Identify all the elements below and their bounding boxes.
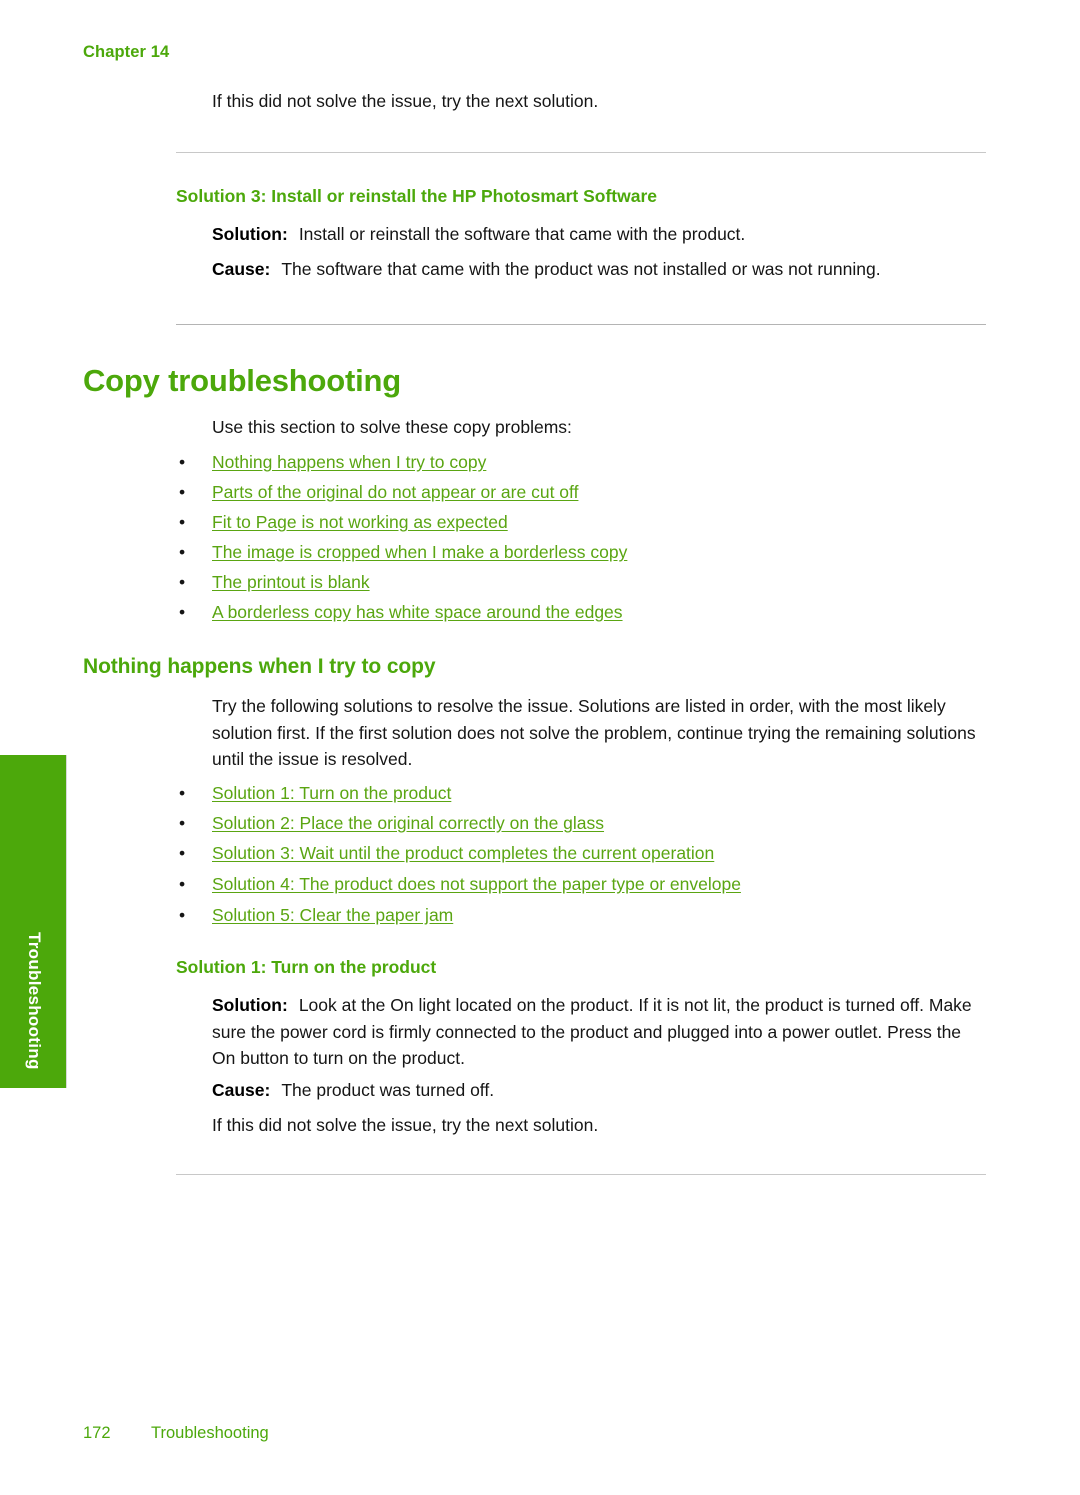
- copy-troubleshooting-intro: Use this section to solve these copy pro…: [212, 417, 572, 437]
- solution-text: Install or reinstall the software that c…: [298, 224, 746, 244]
- cause-text: The software that came with the product …: [281, 259, 881, 279]
- solution1-next-note: If this did not solve the issue, try the…: [212, 1115, 599, 1135]
- bullet-icon: •: [179, 482, 186, 502]
- copy-troubleshooting-link-list: • Nothing happens when I try to copy • P…: [0, 447, 1000, 627]
- link-fit-to-page[interactable]: Fit to Page is not working as expected: [212, 507, 508, 537]
- list-item[interactable]: • Solution 2: Place the original correct…: [0, 808, 1000, 838]
- list-item[interactable]: • The image is cropped when I make a bor…: [0, 537, 1000, 567]
- link-solution-5[interactable]: Solution 5: Clear the paper jam: [212, 900, 453, 930]
- nothing-happens-intro: Try the following solutions to resolve t…: [212, 696, 976, 769]
- solution3-cause-paragraph: Cause: The software that came with the pr…: [212, 256, 987, 283]
- solution1-heading: Solution 1: Turn on the product: [176, 957, 437, 977]
- solution-label: Solution:: [212, 995, 288, 1015]
- side-tab-label: Troubleshooting: [25, 932, 44, 1070]
- link-solution-2[interactable]: Solution 2: Place the original correctly…: [212, 808, 604, 838]
- section-heading-nothing-happens: Nothing happens when I try to copy: [83, 655, 436, 678]
- page-footer: 172 Troubleshooting: [83, 1424, 269, 1443]
- link-printout-blank[interactable]: The printout is blank: [212, 567, 370, 597]
- divider-1: [176, 152, 986, 153]
- bullet-icon: •: [179, 602, 186, 622]
- footer-page-number: 172: [83, 1424, 111, 1442]
- cause-label: Cause:: [212, 1080, 271, 1100]
- bullet-icon: •: [179, 512, 186, 532]
- link-parts-of-original[interactable]: Parts of the original do not appear or a…: [212, 477, 578, 507]
- solution-label: Solution:: [212, 224, 288, 244]
- list-item[interactable]: • The printout is blank: [0, 567, 1000, 597]
- link-borderless-white-space[interactable]: A borderless copy has white space around…: [212, 597, 623, 627]
- bullet-icon: •: [179, 813, 186, 833]
- footer-section-name: Troubleshooting: [151, 1424, 269, 1442]
- bullet-icon: •: [179, 572, 186, 592]
- page-title: Copy troubleshooting: [83, 363, 402, 398]
- list-item[interactable]: • Solution 4: The product does not suppo…: [0, 869, 1000, 900]
- bullet-icon: •: [179, 783, 186, 803]
- divider-3: [176, 1174, 986, 1175]
- cause-label: Cause:: [212, 259, 271, 279]
- list-item[interactable]: • Solution 5: Clear the paper jam: [0, 900, 1000, 930]
- link-nothing-happens[interactable]: Nothing happens when I try to copy: [212, 447, 486, 477]
- list-item[interactable]: • Parts of the original do not appear or…: [0, 477, 1000, 507]
- list-item[interactable]: • Solution 3: Wait until the product com…: [0, 838, 1000, 869]
- top-note: If this did not solve the issue, try the…: [212, 91, 599, 111]
- solution1-cause-paragraph: Cause: The product was turned off.: [212, 1077, 987, 1104]
- link-image-cropped[interactable]: The image is cropped when I make a borde…: [212, 537, 627, 567]
- link-solution-4[interactable]: Solution 4: The product does not support…: [212, 869, 741, 900]
- nothing-happens-link-list: • Solution 1: Turn on the product • Solu…: [0, 778, 1000, 930]
- bullet-icon: •: [179, 843, 186, 863]
- link-solution-3[interactable]: Solution 3: Wait until the product compl…: [212, 838, 714, 869]
- solution3-solution-paragraph: Solution: Install or reinstall the softwa…: [212, 221, 987, 248]
- solution-text: Look at the On light located on the prod…: [212, 995, 972, 1068]
- cause-text: The product was turned off.: [281, 1080, 495, 1100]
- chapter-label: Chapter 14: [83, 43, 170, 61]
- solution3-heading: Solution 3: Install or reinstall the HP …: [176, 186, 658, 206]
- list-item[interactable]: • A borderless copy has white space arou…: [0, 597, 1000, 627]
- list-item[interactable]: • Solution 1: Turn on the product: [0, 778, 1000, 808]
- link-solution-1[interactable]: Solution 1: Turn on the product: [212, 778, 451, 808]
- divider-2: [176, 324, 986, 325]
- list-item[interactable]: • Fit to Page is not working as expected: [0, 507, 1000, 537]
- bullet-icon: •: [179, 905, 186, 925]
- solution1-solution-paragraph: Solution: Look at the On light located on…: [212, 992, 987, 1072]
- bullet-icon: •: [179, 874, 186, 894]
- bullet-icon: •: [179, 452, 186, 472]
- bullet-icon: •: [179, 542, 186, 562]
- list-item[interactable]: • Nothing happens when I try to copy: [0, 447, 1000, 477]
